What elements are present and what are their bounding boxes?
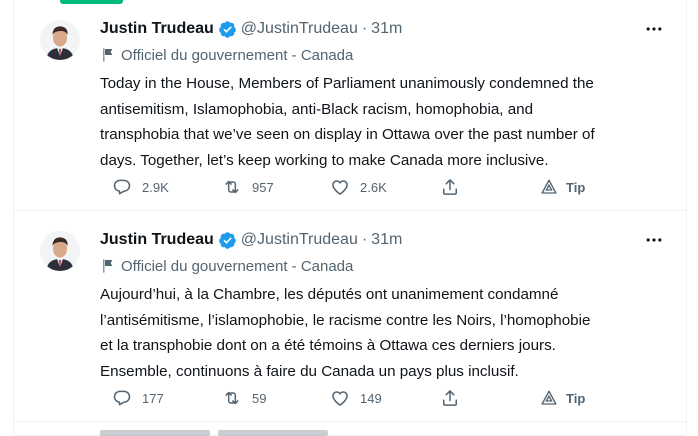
heart-icon — [332, 180, 348, 195]
reply-count: 177 — [142, 390, 164, 406]
author-handle[interactable]: @JustinTrudeau — [241, 20, 358, 38]
avatar[interactable] — [40, 20, 80, 60]
tweet-text-line: Today in the House, Members of Parliamen… — [100, 75, 594, 92]
tip-label: Tip — [566, 390, 586, 406]
cut-off-text-fragment — [218, 430, 328, 436]
government-label: Officiel du gouvernement - Canada — [100, 256, 353, 276]
tweet-text-line: transphobia that we’ve seen on display i… — [100, 126, 595, 143]
avatar[interactable] — [40, 231, 80, 271]
retweet-count: 59 — [252, 390, 267, 406]
reply-button[interactable]: 177 — [112, 386, 164, 410]
tweet-actions: 177 59 149 Tip — [100, 386, 585, 410]
flag-icon — [103, 48, 113, 62]
retweet-button[interactable]: 957 — [222, 175, 274, 199]
separator-dot: · — [361, 231, 368, 248]
more-icon[interactable] — [642, 230, 666, 250]
timeline-feed: Justin Trudeau @JustinTrudeau · 31m Offi… — [13, 0, 687, 436]
tweet-header: Justin Trudeau @JustinTrudeau · 31m — [100, 18, 402, 40]
tweet-header: Justin Trudeau @JustinTrudeau · 31m — [100, 229, 402, 251]
tip-button[interactable]: Tip — [540, 386, 585, 410]
tip-icon — [541, 390, 557, 405]
like-button[interactable]: 149 — [330, 386, 382, 410]
more-icon[interactable] — [642, 19, 666, 39]
tweet-partial[interactable] — [14, 422, 686, 436]
reply-icon — [113, 179, 131, 195]
cut-off-text-fragment — [100, 430, 210, 436]
retweet-count: 957 — [252, 179, 274, 195]
government-label-text: Officiel du gouvernement - Canada — [121, 257, 354, 275]
tweet[interactable]: Justin Trudeau @JustinTrudeau · 31m Offi… — [14, 0, 686, 211]
author-name[interactable]: Justin Trudeau — [100, 231, 214, 249]
share-button[interactable] — [440, 386, 470, 410]
heart-icon — [332, 391, 348, 406]
tweet-text-line: antisemitism, Islamophobia, anti-Black r… — [100, 100, 534, 118]
tweet-text: Today in the House, Members of Parliamen… — [100, 71, 670, 173]
retweet-icon — [225, 391, 239, 405]
author-handle[interactable]: @JustinTrudeau — [241, 231, 358, 249]
verified-badge-icon — [218, 20, 236, 38]
tip-icon — [541, 179, 557, 194]
like-count: 149 — [360, 390, 382, 406]
tweet-text-line: days. Together, let’s keep working to ma… — [100, 151, 549, 169]
share-icon — [443, 390, 457, 406]
tweet[interactable]: Justin Trudeau @JustinTrudeau · 31m Offi… — [14, 211, 686, 422]
tweet-text-line: l’antisémitisme, l’islamophobie, le raci… — [100, 311, 591, 329]
like-count: 2.6K — [360, 179, 387, 195]
government-label: Officiel du gouvernement - Canada — [100, 45, 353, 65]
share-icon — [443, 179, 457, 195]
timestamp[interactable]: 31m — [371, 20, 402, 38]
like-button[interactable]: 2.6K — [330, 175, 387, 199]
tweet-actions: 2.9K 957 2.6K Tip — [100, 175, 585, 199]
tweet-header-cut-off — [100, 430, 400, 436]
tweet-text-line: Ensemble, continuons à faire du Canada u… — [100, 362, 519, 380]
reply-button[interactable]: 2.9K — [112, 175, 169, 199]
government-label-text: Officiel du gouvernement - Canada — [121, 46, 354, 64]
author-name[interactable]: Justin Trudeau — [100, 20, 214, 38]
tweet-text-line: et la transphobie dont on a été témoins … — [100, 337, 556, 354]
reply-icon — [113, 390, 131, 406]
tip-button[interactable]: Tip — [540, 175, 585, 199]
verified-badge-icon — [218, 231, 236, 249]
separator-dot: · — [361, 20, 368, 37]
retweet-icon — [225, 180, 239, 194]
reply-count: 2.9K — [142, 179, 169, 195]
tweet-text: Aujourd’hui, à la Chambre, les députés o… — [100, 282, 670, 384]
tweet-text-line: Aujourd’hui, à la Chambre, les députés o… — [100, 286, 559, 303]
tip-label: Tip — [566, 179, 586, 195]
retweet-button[interactable]: 59 — [222, 386, 266, 410]
timestamp[interactable]: 31m — [371, 231, 402, 249]
flag-icon — [103, 259, 113, 273]
share-button[interactable] — [440, 175, 470, 199]
